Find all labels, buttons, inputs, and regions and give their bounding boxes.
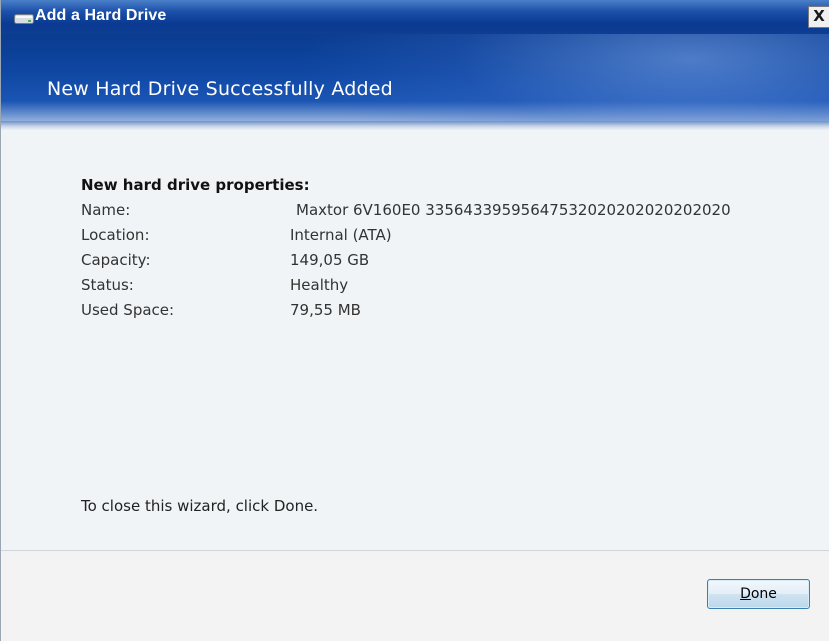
page-title: New Hard Drive Successfully Added <box>47 78 393 100</box>
status-value: Healthy <box>290 276 349 294</box>
done-button[interactable]: Done <box>707 579 810 609</box>
done-button-label: one <box>750 586 777 602</box>
header-banner-edge <box>1 121 829 130</box>
name-value: Maxtor 6V160E0 3356433959564753202020202… <box>296 201 731 219</box>
properties-heading: New hard drive properties: <box>81 176 310 194</box>
footer-bar <box>1 551 829 641</box>
hard-drive-icon <box>14 14 34 24</box>
location-label: Location: <box>81 226 150 244</box>
close-instructions: To close this wizard, click Done. <box>81 497 319 515</box>
window-title: Add a Hard Drive <box>35 7 167 24</box>
close-button[interactable]: X <box>808 6 829 28</box>
title-bar: Add a Hard Drive X <box>1 0 829 34</box>
location-value: Internal (ATA) <box>290 226 392 244</box>
add-hard-drive-window: Add a Hard Drive X New Hard Drive Succes… <box>0 0 829 641</box>
used-space-label: Used Space: <box>81 301 175 319</box>
status-label: Status: <box>81 276 134 294</box>
done-button-mnemonic: D <box>740 586 751 602</box>
used-space-value: 79,55 MB <box>290 301 361 319</box>
capacity-value: 149,05 GB <box>290 251 370 269</box>
capacity-label: Capacity: <box>81 251 151 269</box>
name-label: Name: <box>81 201 131 219</box>
